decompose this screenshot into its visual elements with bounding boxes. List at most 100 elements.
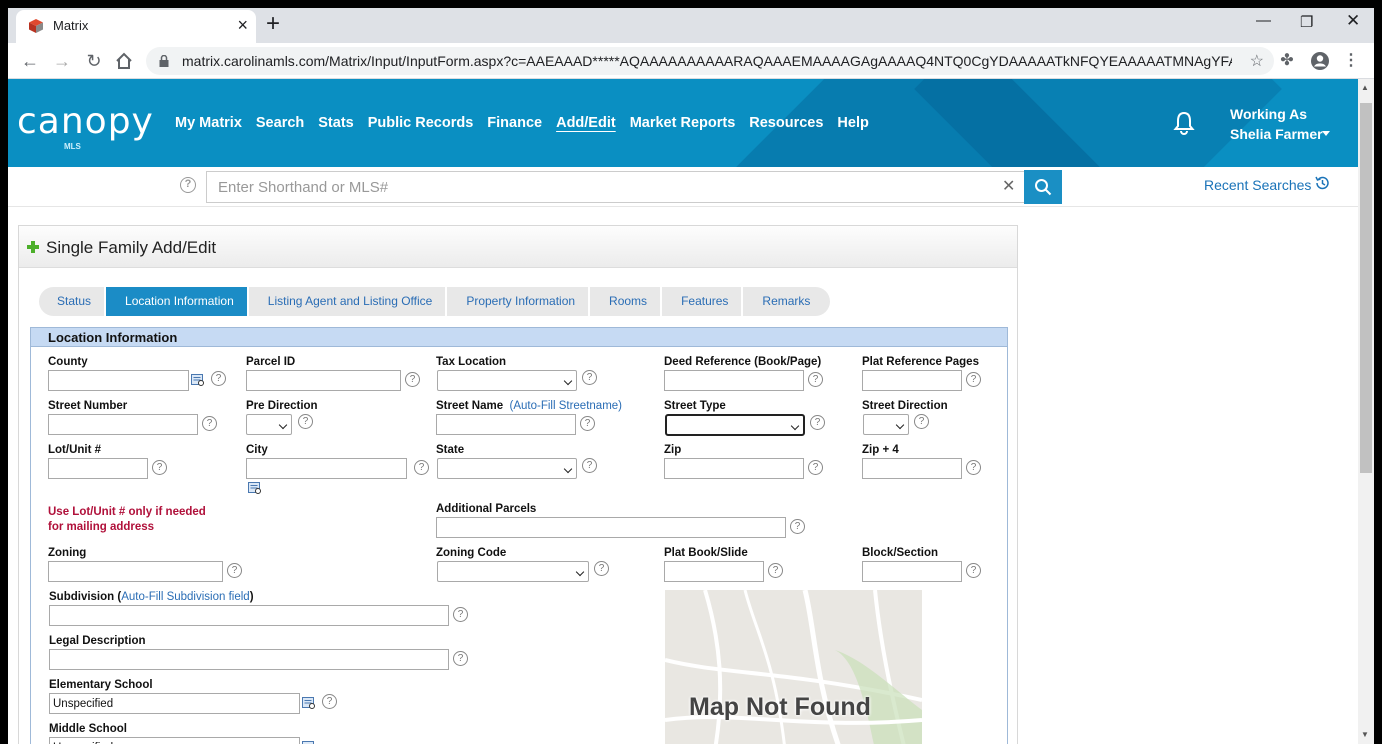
tax-location-select[interactable] — [437, 370, 577, 391]
extensions-icon[interactable]: ✤ — [1274, 48, 1300, 74]
street-number-input[interactable] — [48, 414, 198, 435]
legal-description-input[interactable] — [49, 649, 449, 670]
auto-fill-streetname-link[interactable]: (Auto-Fill Streetname) — [510, 400, 622, 412]
parcel-id-input[interactable] — [246, 370, 401, 391]
pre-direction-select[interactable] — [246, 414, 292, 435]
lookup-icon[interactable] — [191, 373, 205, 387]
reload-icon[interactable]: ↻ — [80, 47, 108, 75]
menu-kebab-icon[interactable]: ⋮ — [1338, 48, 1364, 74]
county-input[interactable] — [48, 370, 189, 391]
nav-item-help[interactable]: Help — [837, 115, 868, 131]
nav-item-stats[interactable]: Stats — [318, 115, 353, 131]
help-icon[interactable]: ? — [580, 416, 595, 431]
close-window-icon[interactable]: ✕ — [1346, 11, 1360, 31]
nav-item-search[interactable]: Search — [256, 115, 304, 131]
middle-school-input[interactable] — [49, 737, 300, 744]
search-input[interactable] — [206, 171, 1025, 203]
zip-input[interactable] — [664, 458, 804, 479]
plat-reference-input[interactable] — [862, 370, 962, 391]
step-tab-status[interactable]: Status — [39, 287, 105, 316]
help-icon[interactable]: ? — [966, 372, 981, 387]
help-icon[interactable]: ? — [582, 370, 597, 385]
help-icon[interactable]: ? — [211, 371, 226, 386]
bookmark-star-icon[interactable]: ☆ — [1250, 51, 1264, 71]
plat-book-input[interactable] — [664, 561, 764, 582]
block-section-input[interactable] — [862, 561, 962, 582]
street-name-input[interactable] — [436, 414, 576, 435]
recent-searches-link[interactable]: Recent Searches — [1204, 177, 1311, 193]
step-tab-location-information[interactable]: Location Information — [106, 287, 247, 316]
city-input[interactable] — [246, 458, 407, 479]
nav-item-finance[interactable]: Finance — [487, 115, 542, 131]
help-icon[interactable]: ? — [966, 563, 981, 578]
help-icon[interactable]: ? — [808, 460, 823, 475]
new-tab-icon[interactable]: + — [266, 11, 280, 37]
help-icon[interactable]: ? — [808, 372, 823, 387]
lot-unit-input[interactable] — [48, 458, 148, 479]
help-icon[interactable]: ? — [790, 519, 805, 534]
user-menu[interactable]: Shelia Farmer — [1230, 126, 1323, 142]
step-tab-features[interactable]: Features — [662, 287, 742, 316]
lookup-icon[interactable] — [302, 696, 316, 710]
nav-item-my-matrix[interactable]: My Matrix — [175, 115, 242, 131]
subdivision-input[interactable] — [49, 605, 449, 626]
street-direction-select[interactable] — [863, 414, 909, 435]
step-tab-listing-agent-and-listing-office[interactable]: Listing Agent and Listing Office — [248, 287, 446, 316]
search-icon — [1035, 179, 1052, 196]
profile-icon[interactable] — [1310, 51, 1330, 71]
elementary-school-input[interactable] — [49, 693, 300, 714]
zoning-code-select[interactable] — [437, 561, 589, 582]
zoning-input[interactable] — [48, 561, 223, 582]
help-icon[interactable]: ? — [453, 607, 468, 622]
canopy-logo[interactable]: canopy — [17, 101, 154, 142]
help-icon[interactable]: ? — [810, 415, 825, 430]
help-icon[interactable]: ? — [227, 563, 242, 578]
scroll-down-icon[interactable]: ▼ — [1361, 730, 1369, 739]
browser-tab[interactable]: Matrix × — [16, 10, 256, 43]
help-icon[interactable]: ? — [180, 177, 196, 193]
step-tab-remarks[interactable]: Remarks — [743, 287, 831, 316]
help-icon[interactable]: ? — [594, 561, 609, 576]
street-type-select[interactable] — [665, 414, 805, 436]
chevron-down-icon[interactable] — [1322, 131, 1330, 136]
help-icon[interactable]: ? — [414, 460, 429, 475]
state-select[interactable] — [437, 458, 577, 479]
forward-icon[interactable]: → — [48, 47, 76, 75]
page-scrollbar[interactable]: ▲ ▼ — [1358, 79, 1374, 744]
nav-item-market-reports[interactable]: Market Reports — [630, 115, 736, 131]
help-icon[interactable]: ? — [152, 460, 167, 475]
scroll-up-icon[interactable]: ▲ — [1361, 83, 1369, 92]
bell-icon[interactable] — [1173, 111, 1195, 135]
search-button[interactable] — [1024, 170, 1062, 204]
additional-parcels-input[interactable] — [436, 517, 786, 538]
logo-subtitle: MLS — [64, 142, 81, 151]
nav-item-resources[interactable]: Resources — [749, 115, 823, 131]
history-icon[interactable] — [1314, 175, 1330, 191]
deed-reference-input[interactable] — [664, 370, 804, 391]
address-bar[interactable]: matrix.carolinamls.com/Matrix/Input/Inpu… — [146, 47, 1274, 75]
minimize-icon[interactable]: — — [1256, 12, 1271, 29]
lookup-icon[interactable] — [248, 481, 262, 495]
nav-item-public-records[interactable]: Public Records — [368, 115, 474, 131]
help-icon[interactable]: ? — [405, 372, 420, 387]
auto-fill-subdivision-link[interactable]: Auto-Fill Subdivision field — [121, 591, 249, 603]
home-icon[interactable] — [114, 51, 134, 71]
help-icon[interactable]: ? — [966, 460, 981, 475]
lookup-icon[interactable] — [302, 740, 316, 744]
scrollbar-thumb[interactable] — [1360, 103, 1372, 473]
nav-item-add-edit[interactable]: Add/Edit — [556, 115, 616, 131]
clear-icon[interactable]: ✕ — [1002, 176, 1015, 196]
help-icon[interactable]: ? — [768, 563, 783, 578]
zip4-input[interactable] — [862, 458, 962, 479]
help-icon[interactable]: ? — [453, 651, 468, 666]
help-icon[interactable]: ? — [202, 416, 217, 431]
help-icon[interactable]: ? — [322, 694, 337, 709]
tab-close-icon[interactable]: × — [237, 15, 248, 35]
back-icon[interactable]: ← — [16, 47, 44, 75]
help-icon[interactable]: ? — [298, 414, 313, 429]
step-tab-property-information[interactable]: Property Information — [447, 287, 589, 316]
step-tab-rooms[interactable]: Rooms — [590, 287, 661, 316]
help-icon[interactable]: ? — [582, 458, 597, 473]
help-icon[interactable]: ? — [914, 414, 929, 429]
maximize-icon[interactable]: ❐ — [1300, 13, 1313, 31]
